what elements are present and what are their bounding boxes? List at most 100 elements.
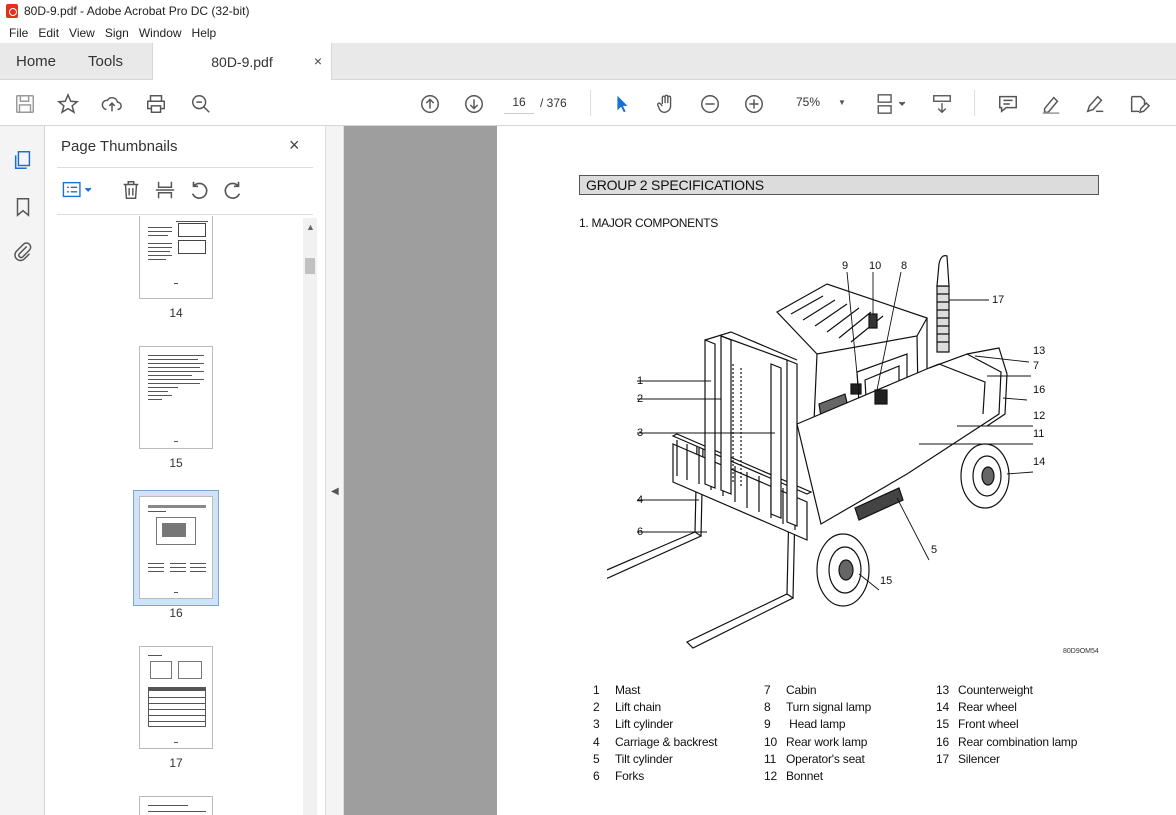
scroll-mode-icon[interactable]	[930, 92, 954, 116]
draw-signature-icon[interactable]	[1083, 92, 1107, 116]
thumbnail-label: 16	[169, 606, 183, 620]
thumbnails-scrollbar[interactable]: ▲	[303, 218, 317, 815]
zoom-search-icon[interactable]	[189, 92, 213, 116]
pdf-page: GROUP 2 SPECIFICATIONS 1. MAJOR COMPONEN…	[497, 126, 1176, 815]
thumbnail-list: 14 15 16 17	[45, 216, 303, 815]
menu-view[interactable]: View	[64, 26, 100, 40]
callout-number: 4	[637, 494, 644, 506]
panel-splitter[interactable]: ◀	[325, 126, 344, 815]
hand-tool-icon[interactable]	[654, 92, 678, 116]
window-title: 80D-9.pdf - Adobe Acrobat Pro DC (32-bit…	[24, 4, 250, 18]
thumbnail-page-18[interactable]	[139, 796, 213, 815]
callout-number: 5	[931, 544, 938, 556]
highlight-pen-icon[interactable]	[1039, 92, 1063, 116]
menu-edit[interactable]: Edit	[33, 26, 64, 40]
thumbnail-label: 17	[169, 756, 183, 770]
callout-number: 15	[880, 575, 893, 587]
legend-item: 10 Rear work lamp	[764, 735, 868, 749]
legend-item: 15 Front wheel	[936, 717, 1019, 731]
fit-page-icon[interactable]	[874, 92, 910, 116]
callout-number: 14	[1033, 456, 1046, 468]
scrollbar-thumb[interactable]	[305, 258, 315, 274]
delete-page-icon[interactable]	[119, 178, 143, 202]
callout-number: 9	[842, 260, 849, 272]
legend-item: 11 Operator's seat	[764, 752, 865, 766]
thumbnail-label: 14	[169, 306, 183, 320]
tab-close-icon[interactable]: ×	[314, 53, 322, 69]
rotate-clockwise-icon[interactable]	[221, 178, 245, 202]
legend-item: 4 Carriage & backrest	[593, 735, 718, 749]
bookmark-star-icon[interactable]	[56, 92, 80, 116]
attachments-icon[interactable]	[11, 240, 35, 264]
page-thumbnails-icon[interactable]	[11, 148, 35, 172]
menu-file[interactable]: File	[4, 26, 33, 40]
extract-page-icon[interactable]	[153, 178, 177, 202]
close-panel-icon[interactable]: ×	[289, 135, 300, 156]
next-page-icon[interactable]	[462, 92, 486, 116]
thumbnail-page-17[interactable]	[139, 646, 213, 749]
tab-tools[interactable]: Tools	[72, 43, 139, 79]
thumbnail-page-15[interactable]	[139, 346, 213, 449]
panel-divider	[57, 167, 313, 168]
callout-number: 10	[869, 260, 882, 272]
forklift-diagram	[607, 255, 1034, 649]
thumbnails-panel: Page Thumbnails × 14 15 16 17 ▲	[45, 126, 325, 815]
zoom-select[interactable]: 75% ▼	[786, 90, 854, 114]
previous-page-icon[interactable]	[418, 92, 442, 116]
zoom-out-icon[interactable]	[698, 92, 722, 116]
print-icon[interactable]	[144, 92, 168, 116]
thumbnail-page-16[interactable]	[139, 496, 213, 599]
tab-bar: Home Tools 80D-9.pdf ×	[0, 43, 1176, 80]
figure-code: 80D9OM54	[1063, 648, 1099, 655]
chevron-down-icon: ▼	[838, 97, 846, 107]
legend-item: 1 Mast	[593, 683, 641, 697]
toolbar-separator	[974, 90, 975, 116]
thumbnail-page-14[interactable]	[139, 216, 213, 299]
section-title: 1. MAJOR COMPONENTS	[579, 216, 718, 230]
upload-cloud-icon[interactable]	[100, 92, 124, 116]
menu-bar: File Edit View Sign Window Help	[0, 22, 1176, 43]
collapse-panel-icon[interactable]: ◀	[331, 486, 339, 497]
menu-sign[interactable]: Sign	[100, 26, 134, 40]
group-header: GROUP 2 SPECIFICATIONS	[579, 175, 1099, 195]
zoom-value: 75%	[796, 95, 821, 109]
thumbnail-options-icon[interactable]	[59, 178, 99, 202]
menu-help[interactable]: Help	[187, 26, 222, 40]
tab-home[interactable]: Home	[0, 43, 72, 79]
page-number-input[interactable]	[504, 90, 534, 114]
rotate-counterclockwise-icon[interactable]	[187, 178, 211, 202]
callout-number: 3	[637, 427, 644, 439]
legend-item: 17 Silencer	[936, 752, 1000, 766]
thumbnails-title: Page Thumbnails	[61, 138, 178, 155]
tab-document-label: 80D-9.pdf	[211, 53, 273, 70]
fill-sign-icon[interactable]	[1127, 92, 1151, 116]
callout-number: 16	[1033, 384, 1046, 396]
main-toolbar	[0, 80, 1176, 126]
callout-number: 17	[992, 294, 1005, 306]
title-bar: 80D-9.pdf - Adobe Acrobat Pro DC (32-bit…	[0, 0, 1176, 22]
scroll-up-icon[interactable]: ▲	[306, 222, 315, 232]
callout-number: 11	[1033, 428, 1045, 440]
toolbar-separator	[590, 90, 591, 116]
legend-item: 9 Head lamp	[764, 717, 846, 731]
legend-item: 8 Turn signal lamp	[764, 700, 872, 714]
select-cursor-icon[interactable]	[610, 92, 634, 116]
legend-item: 6 Forks	[593, 769, 645, 783]
menu-window[interactable]: Window	[134, 26, 187, 40]
legend-item: 14 Rear wheel	[936, 700, 1017, 714]
panel-divider	[57, 214, 313, 215]
bookmarks-icon[interactable]	[11, 195, 35, 219]
legend-item: 16 Rear combination lamp	[936, 735, 1078, 749]
zoom-in-icon[interactable]	[742, 92, 766, 116]
callout-number: 2	[637, 393, 644, 405]
callout-number: 12	[1033, 410, 1046, 422]
tab-document[interactable]: 80D-9.pdf ×	[152, 43, 332, 80]
callout-number: 7	[1033, 360, 1040, 372]
save-icon[interactable]	[13, 92, 37, 116]
callout-number: 6	[637, 526, 644, 538]
callout-number: 1	[637, 375, 644, 387]
comment-icon[interactable]	[996, 92, 1020, 116]
thumbnail-label: 15	[169, 456, 183, 470]
legend-item: 5 Tilt cylinder	[593, 752, 673, 766]
callout-number: 13	[1033, 345, 1046, 357]
